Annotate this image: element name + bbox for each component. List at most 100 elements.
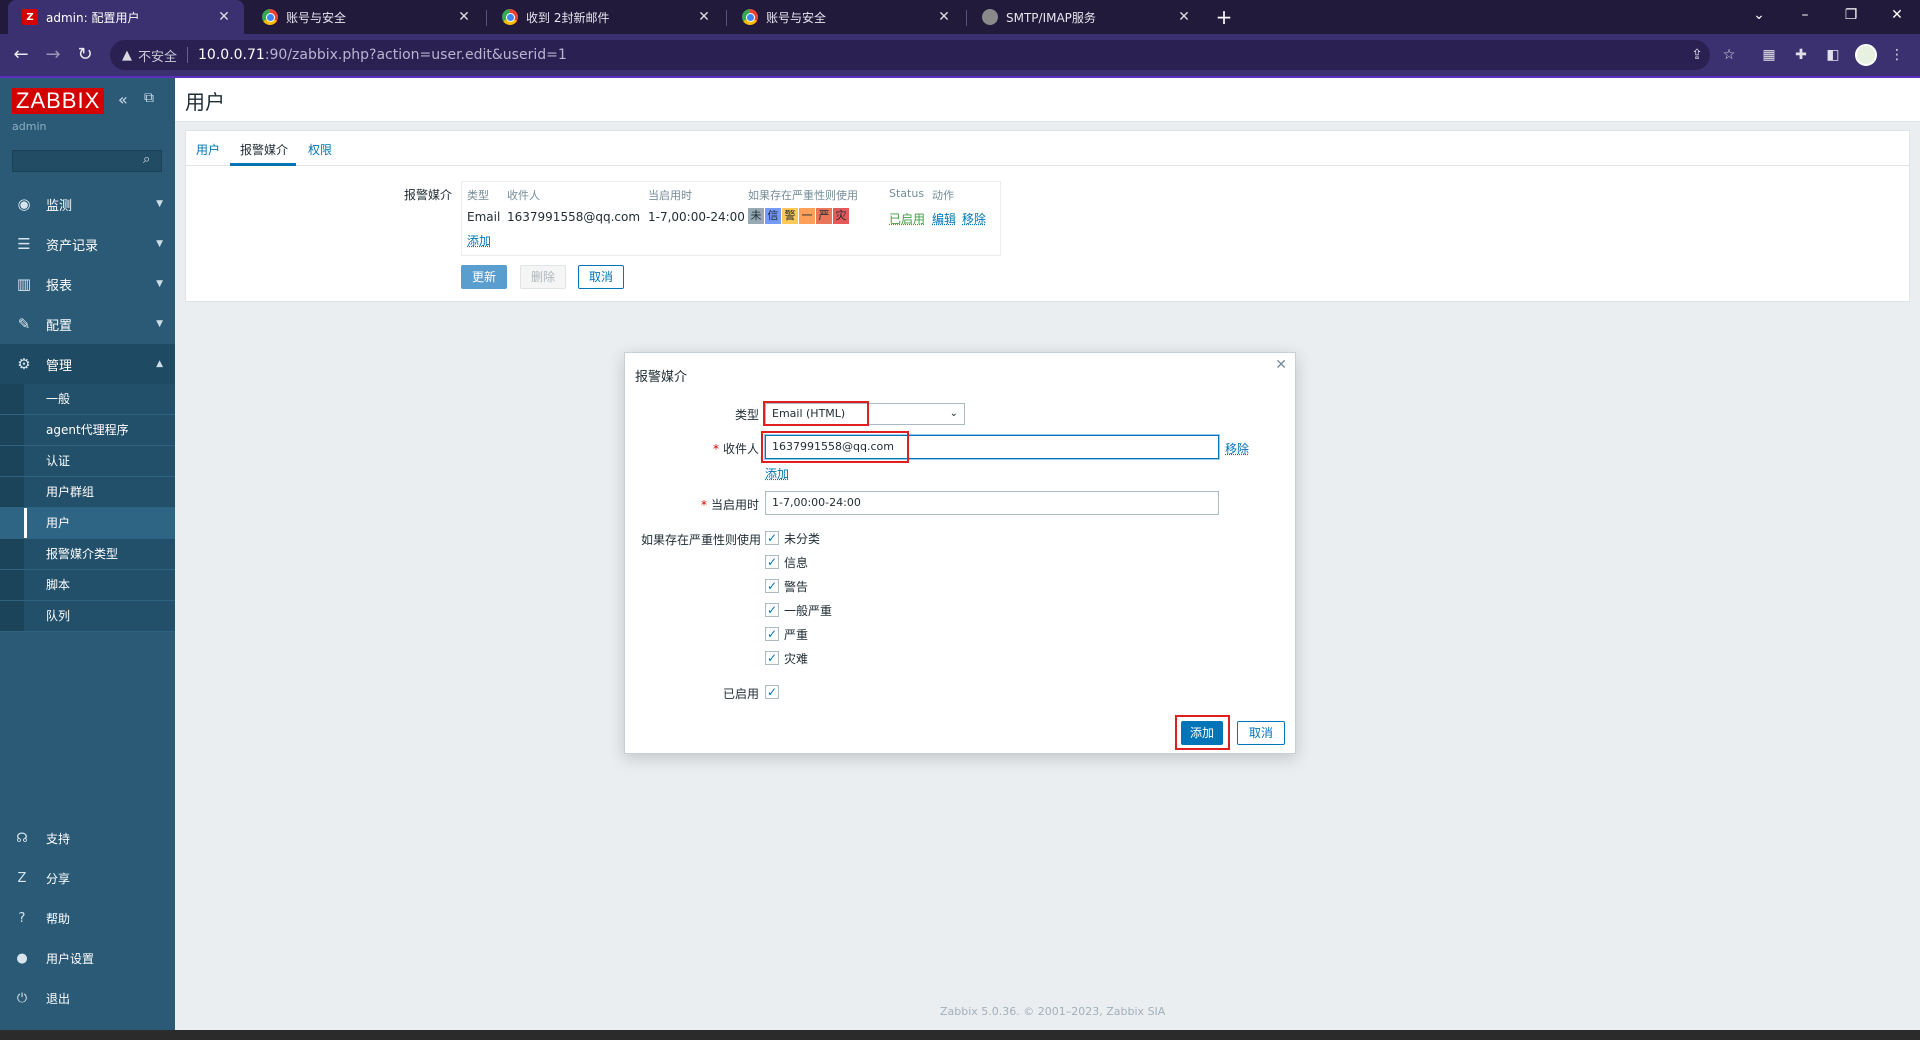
submenu-item-media-types[interactable]: 报警媒介类型: [0, 539, 175, 570]
submenu-item-authentication[interactable]: 认证: [0, 446, 175, 477]
kebab-menu-icon[interactable]: ⋮: [1886, 44, 1908, 66]
chrome-icon: [502, 9, 518, 25]
tab-search-icon[interactable]: ⌄: [1736, 0, 1782, 34]
add-sendto-link[interactable]: 添加: [765, 465, 789, 482]
search-icon[interactable]: ⌕: [143, 152, 150, 167]
url-host: 10.0.0.71: [198, 47, 265, 63]
chevron-down-icon: ⌄: [949, 408, 958, 419]
checkmark-icon[interactable]: ✓: [765, 555, 779, 569]
cancel-button[interactable]: 取消: [578, 265, 625, 289]
new-tab-button[interactable]: +: [1212, 5, 1236, 29]
status-toggle[interactable]: 已启用: [889, 210, 925, 227]
submenu-item-proxies[interactable]: agent代理程序: [0, 415, 175, 446]
remove-sendto-link[interactable]: 移除: [1225, 440, 1249, 457]
enabled-label: 已启用: [722, 687, 759, 701]
severity-checkbox[interactable]: ✓ 警告: [765, 577, 808, 595]
column-header: Status: [889, 187, 925, 200]
browser-tab[interactable]: Z admin: 配置用户 ✕: [8, 0, 244, 34]
severity-checkbox[interactable]: ✓ 灾难: [765, 649, 808, 667]
menu-label: 报表: [46, 278, 73, 294]
help-link[interactable]: ? 帮助: [0, 898, 175, 938]
checkmark-icon[interactable]: ✓: [765, 651, 779, 665]
browser-tab[interactable]: 账号与安全 ✕: [728, 0, 964, 34]
severity-checkbox[interactable]: ✓ 未分类: [765, 529, 820, 547]
admin-submenu: 一般 agent代理程序 认证 用户群组 用户 报警媒介类型 脚本 队列: [0, 384, 175, 632]
severity-badge: 一: [799, 208, 815, 224]
menu-reports[interactable]: ▥ 报表 ▼: [0, 264, 175, 304]
submenu-item-users[interactable]: 用户: [0, 508, 175, 539]
tab-permissions[interactable]: 权限: [308, 141, 332, 158]
edit-link[interactable]: 编辑: [932, 210, 956, 227]
headset-icon: ☊: [16, 830, 28, 846]
restore-button[interactable]: ❐: [1828, 0, 1874, 34]
submenu-item-user-groups[interactable]: 用户群组: [0, 477, 175, 508]
zabbix-logo[interactable]: ZABBIX: [12, 88, 105, 114]
tab-title: 账号与安全: [766, 10, 827, 25]
close-icon[interactable]: ✕: [1176, 9, 1192, 25]
url-field[interactable]: ▲ 不安全 10.0.0.71 :90/zabbix.php?action=us…: [110, 40, 1710, 70]
profile-avatar[interactable]: [1855, 44, 1877, 66]
url-path: :90/zabbix.php?action=user.edit&userid=1: [264, 47, 567, 63]
extension-icon[interactable]: ▦: [1758, 44, 1780, 66]
menu-monitoring[interactable]: ◉ 监测 ▼: [0, 184, 175, 224]
puzzle-icon[interactable]: ✚: [1790, 44, 1812, 66]
chevron-down-icon: ▼: [156, 319, 163, 329]
menu-label: 资产记录: [46, 238, 99, 254]
when-active-input[interactable]: 1-7,00:00-24:00: [765, 491, 1219, 515]
checkmark-icon[interactable]: ✓: [765, 603, 779, 617]
browser-tab[interactable]: 账号与安全 ✕: [248, 0, 484, 34]
menu-label: 配置: [46, 318, 73, 334]
severity-checkbox[interactable]: ✓ 信息: [765, 553, 808, 571]
address-bar: ← → ↻ ▲ 不安全 10.0.0.71 :90/zabbix.php?act…: [0, 34, 1920, 76]
sidepanel-icon[interactable]: ◧: [1822, 44, 1844, 66]
bookmark-star-icon[interactable]: ☆: [1718, 44, 1740, 66]
back-icon[interactable]: ←: [8, 42, 34, 68]
close-icon[interactable]: ✕: [936, 9, 952, 25]
media-table: 类型 收件人 当启用时 如果存在严重性则使用 Status 动作 Email 1…: [461, 181, 1001, 256]
checkmark-icon[interactable]: ✓: [765, 531, 779, 545]
browser-tab[interactable]: SMTP/IMAP服务 ✕: [968, 0, 1204, 34]
checkmark-icon[interactable]: ✓: [765, 579, 779, 593]
dialog-cancel-button[interactable]: 取消: [1237, 721, 1285, 745]
severity-checkbox[interactable]: ✓ 一般严重: [765, 601, 832, 619]
submenu-item-queue[interactable]: 队列: [0, 601, 175, 632]
page-title: 用户: [185, 90, 225, 114]
enabled-checkbox[interactable]: ✓: [765, 683, 784, 701]
collapse-sidebar-icon[interactable]: «: [118, 90, 128, 109]
menu-configuration[interactable]: ✎ 配置 ▼: [0, 304, 175, 344]
highlight-box: [761, 431, 909, 463]
close-icon[interactable]: ✕: [696, 9, 712, 25]
close-icon[interactable]: ✕: [216, 9, 232, 25]
minimize-button[interactable]: –: [1782, 0, 1828, 34]
checkmark-icon[interactable]: ✓: [765, 685, 779, 699]
tab-user[interactable]: 用户: [196, 141, 220, 158]
menu-inventory[interactable]: ☰ 资产记录 ▼: [0, 224, 175, 264]
forward-icon[interactable]: →: [40, 42, 66, 68]
add-media-link[interactable]: 添加: [467, 232, 491, 249]
submenu-item-scripts[interactable]: 脚本: [0, 570, 175, 601]
chevron-down-icon: ▼: [156, 279, 163, 289]
logout-link[interactable]: ⏻ 退出: [0, 978, 175, 1018]
close-icon[interactable]: ✕: [1275, 357, 1287, 373]
checkmark-icon[interactable]: ✓: [765, 627, 779, 641]
tab-title: admin: 配置用户: [46, 10, 140, 25]
menu-administration[interactable]: ⚙ 管理 ▲: [0, 344, 175, 384]
share-link[interactable]: Z 分享: [0, 858, 175, 898]
update-button[interactable]: 更新: [461, 265, 508, 289]
sidebar-search-input[interactable]: [12, 150, 162, 172]
browser-tab[interactable]: 收到 2封新邮件 ✕: [488, 0, 724, 34]
submenu-item-general[interactable]: 一般: [0, 384, 175, 415]
window-close-button[interactable]: ✕: [1874, 0, 1920, 34]
reload-icon[interactable]: ↻: [72, 42, 98, 68]
severity-checkbox[interactable]: ✓ 严重: [765, 625, 808, 643]
severity-badge: 信: [765, 208, 781, 224]
close-icon[interactable]: ✕: [456, 9, 472, 25]
remove-link[interactable]: 移除: [962, 210, 986, 227]
chrome-icon: [742, 9, 758, 25]
user-settings-link[interactable]: ● 用户设置: [0, 938, 175, 978]
when-active-value: 1-7,00:00-24:00: [772, 496, 861, 509]
support-link[interactable]: ☊ 支持: [0, 818, 175, 858]
tab-media[interactable]: 报警媒介: [240, 141, 288, 158]
share-icon[interactable]: ⇪: [1686, 44, 1708, 66]
kiosk-mode-icon[interactable]: ⧉: [144, 90, 154, 106]
